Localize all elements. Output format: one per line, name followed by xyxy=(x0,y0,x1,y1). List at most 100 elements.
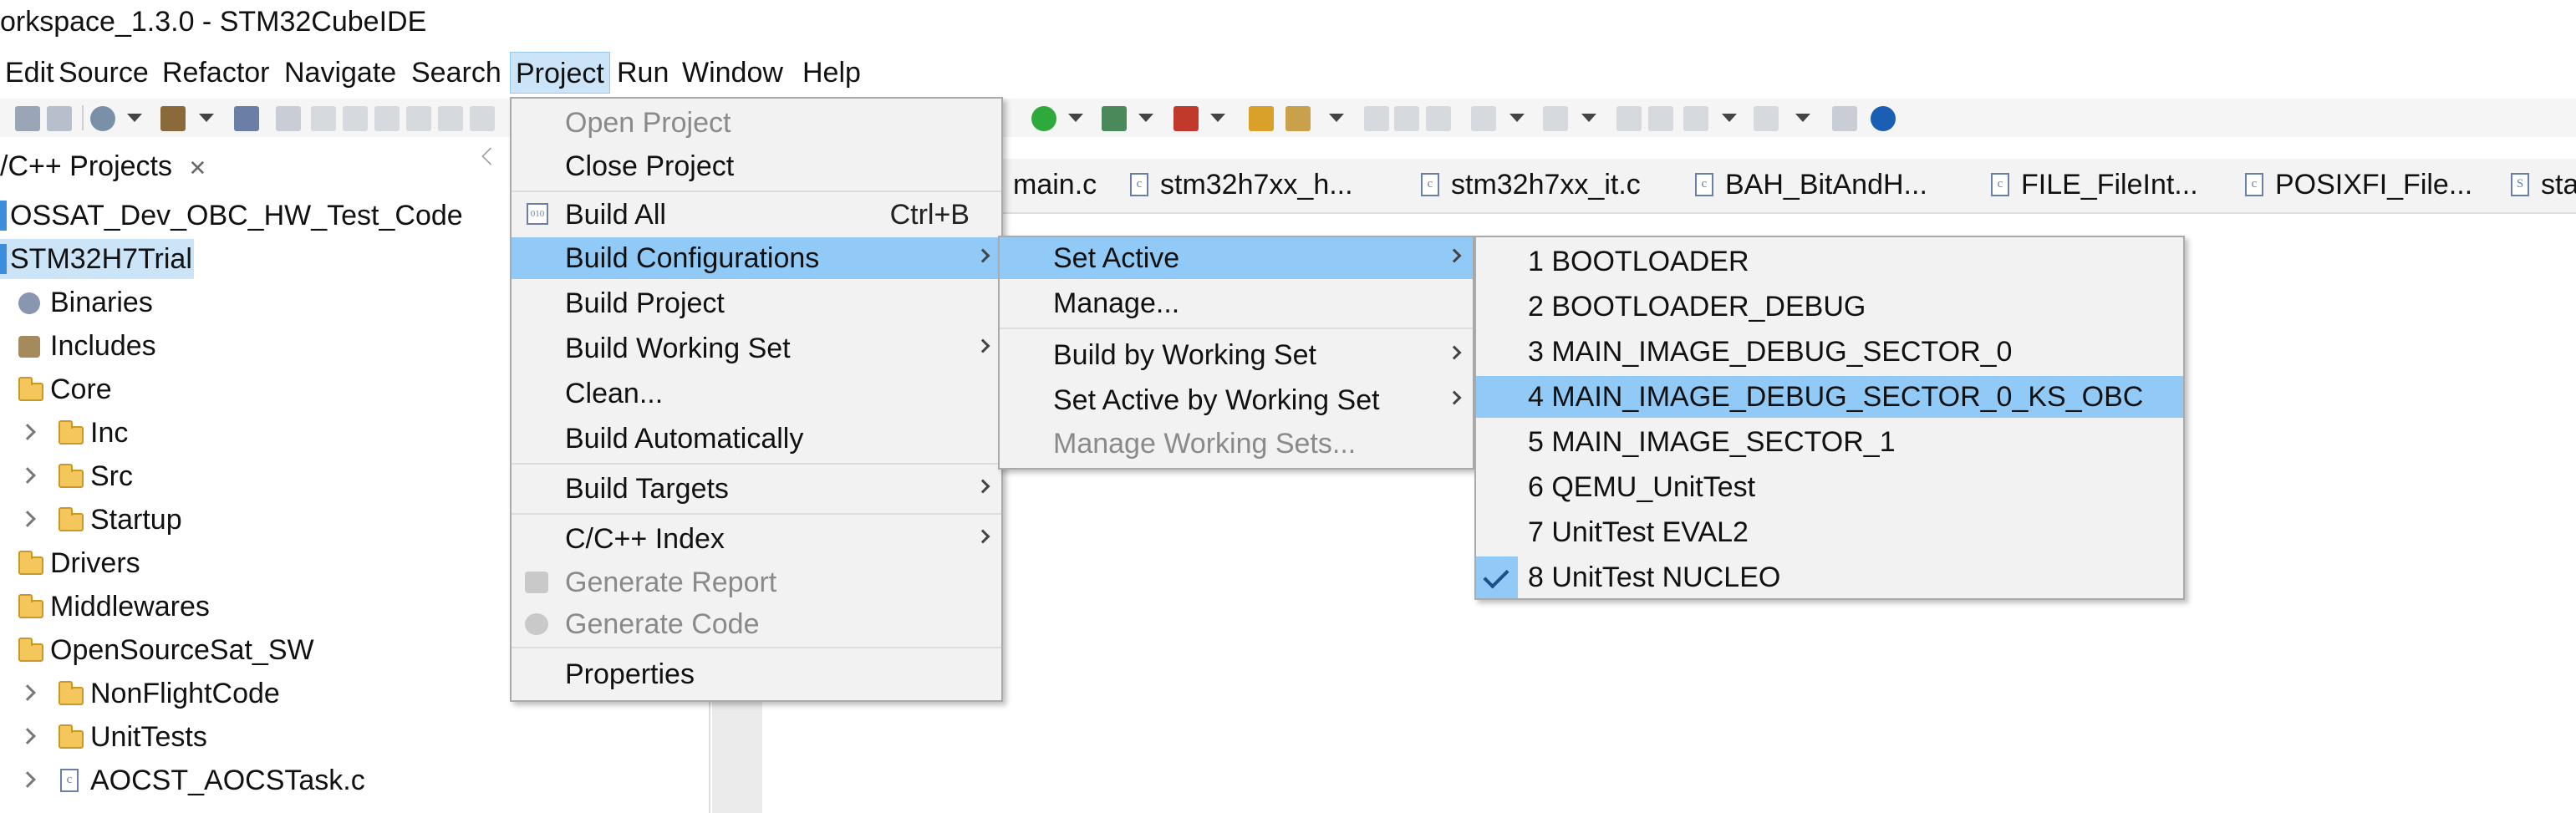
forward-arrow-icon[interactable] xyxy=(1754,106,1779,131)
config-item-4[interactable]: 4 MAIN_IMAGE_DEBUG_SECTOR_0_KS_OBC xyxy=(1476,376,2183,418)
menu-item-set-active[interactable]: Set Active xyxy=(1000,237,1473,279)
menu-help[interactable]: Help xyxy=(797,52,866,94)
tab-bah-bitandh[interactable]: c BAH_BitAndH... xyxy=(1695,159,1927,211)
menu-item-build-targets[interactable]: Build Targets xyxy=(512,468,1001,510)
chevron-down-icon[interactable] xyxy=(127,114,142,122)
tab-main-c[interactable]: main.c xyxy=(1013,159,1097,211)
wand-icon[interactable] xyxy=(1285,106,1311,131)
menu-item-build-project[interactable]: Build Project xyxy=(512,282,1001,324)
chevron-down-icon[interactable] xyxy=(1795,114,1810,122)
back-icon[interactable] xyxy=(1648,106,1673,131)
tree-item-includes[interactable]: Includes xyxy=(0,326,251,366)
last-edit-icon[interactable] xyxy=(1616,106,1642,131)
tree-item-middlewares[interactable]: Middlewares xyxy=(0,587,251,627)
tree-item-unittests[interactable]: UnitTests xyxy=(0,717,334,757)
menu-project[interactable]: Project xyxy=(510,52,610,94)
config-item-7[interactable]: 7 UnitTest EVAL2 xyxy=(1476,511,2183,553)
menu-source[interactable]: Source xyxy=(53,52,154,94)
config-item-6[interactable]: 6 QEMU_UnitTest xyxy=(1476,466,2183,508)
chevron-right-icon[interactable] xyxy=(19,684,36,701)
external-tools-icon[interactable] xyxy=(1173,106,1199,131)
close-icon[interactable]: ✕ xyxy=(188,155,206,180)
menu-item-build-all[interactable]: 010 Build All Ctrl+B xyxy=(512,194,1001,236)
save-icon[interactable] xyxy=(15,106,40,131)
config-item-2[interactable]: 2 BOOTLOADER_DEBUG xyxy=(1476,286,2183,328)
chevron-down-icon[interactable] xyxy=(1722,114,1737,122)
prev-annotation-icon[interactable] xyxy=(1543,106,1568,131)
settings-icon[interactable] xyxy=(90,106,115,131)
chevron-down-icon[interactable] xyxy=(1509,114,1525,122)
disconnect-icon[interactable] xyxy=(406,106,431,131)
suspend-icon[interactable] xyxy=(343,106,368,131)
menu-refactor[interactable]: Refactor xyxy=(157,52,275,94)
step-into-icon[interactable] xyxy=(438,106,463,131)
open-folder-icon[interactable] xyxy=(1249,106,1274,131)
menu-item-build-automatically[interactable]: Build Automatically xyxy=(512,418,1001,460)
resume-icon[interactable] xyxy=(311,106,336,131)
chevron-down-icon[interactable] xyxy=(1329,114,1344,122)
menu-navigate[interactable]: Navigate xyxy=(279,52,401,94)
tab-file-fileint[interactable]: c FILE_FileInt... xyxy=(1991,159,2198,211)
tree-item-stm32h7trial[interactable]: STM32H7Trial xyxy=(0,239,194,279)
chevron-down-icon[interactable] xyxy=(199,114,214,122)
menu-item-build-working-set[interactable]: Build Working Set xyxy=(512,328,1001,369)
chevron-right-icon[interactable] xyxy=(19,467,36,484)
menu-item-build-by-working-set[interactable]: Build by Working Set xyxy=(1000,334,1473,376)
menu-edit[interactable]: Edit xyxy=(0,52,59,94)
chevron-down-icon[interactable] xyxy=(1210,114,1225,122)
tab-posixfi-file[interactable]: c POSIXFI_File... xyxy=(2245,159,2472,211)
save-all-icon[interactable] xyxy=(47,106,72,131)
debug-icon[interactable] xyxy=(276,106,301,131)
back-arrow-icon[interactable] xyxy=(1683,106,1708,131)
annotation-icon[interactable] xyxy=(1364,106,1389,131)
menu-item-manage-working-sets[interactable]: Manage Working Sets... xyxy=(1000,423,1473,465)
menu-item-generate-code[interactable]: Generate Code xyxy=(512,603,1001,645)
tree-item-nonflightcode[interactable]: NonFlightCode xyxy=(0,673,334,714)
terminate-icon[interactable] xyxy=(374,106,400,131)
tree-item-startup[interactable]: Startup xyxy=(0,500,251,540)
menu-item-set-active-by-working-set[interactable]: Set Active by Working Set xyxy=(1000,379,1473,421)
binary-icon[interactable] xyxy=(234,106,259,131)
menu-item-open-project[interactable]: Open Project xyxy=(512,102,1001,144)
next-annotation-icon[interactable] xyxy=(1471,106,1496,131)
chevron-down-icon[interactable] xyxy=(1581,114,1596,122)
run-icon[interactable] xyxy=(1031,106,1056,131)
chevron-down-icon[interactable] xyxy=(1138,114,1153,122)
debug-run-icon[interactable] xyxy=(1102,106,1127,131)
menu-search[interactable]: Search xyxy=(406,52,507,94)
tree-item-opensourcesat[interactable]: OpenSourceSat_SW xyxy=(0,630,334,670)
tab-stm32h7xx-h[interactable]: c stm32h7xx_h... xyxy=(1130,159,1353,211)
chevron-right-icon[interactable] xyxy=(19,511,36,527)
tree-item-binaries[interactable]: Binaries xyxy=(0,282,251,323)
block-icon[interactable] xyxy=(1394,106,1419,131)
chevron-right-icon[interactable] xyxy=(19,771,36,788)
menu-item-close-project[interactable]: Close Project xyxy=(512,145,1001,187)
project-explorer-tab[interactable]: /C++ Projects ✕ xyxy=(0,140,206,192)
tab-stm32h7xx-it-c[interactable]: c stm32h7xx_it.c xyxy=(1421,159,1641,211)
tree-item-src[interactable]: Src xyxy=(0,456,251,496)
tree-item-core[interactable]: Core xyxy=(0,369,251,409)
chevron-down-icon[interactable] xyxy=(1068,114,1083,122)
menu-run[interactable]: Run xyxy=(612,52,674,94)
menu-item-cpp-index[interactable]: C/C++ Index xyxy=(512,518,1001,560)
config-item-5[interactable]: 5 MAIN_IMAGE_SECTOR_1 xyxy=(1476,421,2183,463)
config-item-1[interactable]: 1 BOOTLOADER xyxy=(1476,241,2183,282)
menu-item-manage[interactable]: Manage... xyxy=(1000,282,1473,324)
build-hammer-icon[interactable] xyxy=(160,106,186,131)
step-over-icon[interactable] xyxy=(470,106,495,131)
config-item-8[interactable]: 8 UnitTest NUCLEO xyxy=(1476,556,2183,598)
open-perspective-icon[interactable] xyxy=(1832,106,1857,131)
menu-window[interactable]: Window xyxy=(677,52,788,94)
chevron-right-icon[interactable] xyxy=(19,728,36,744)
tree-item-inc[interactable]: Inc xyxy=(0,413,251,453)
tree-item-drivers[interactable]: Drivers xyxy=(0,543,251,583)
tree-item-aocst[interactable]: c AOCST_AOCSTask.c xyxy=(0,760,418,800)
tab-startup[interactable]: Ssta xyxy=(2511,159,2576,211)
menu-item-build-configurations[interactable]: Build Configurations xyxy=(512,237,1001,279)
config-item-3[interactable]: 3 MAIN_IMAGE_DEBUG_SECTOR_0 xyxy=(1476,331,2183,373)
info-icon[interactable] xyxy=(1871,106,1896,131)
menu-item-generate-report[interactable]: Generate Report xyxy=(512,561,1001,603)
menu-item-clean[interactable]: Clean... xyxy=(512,373,1001,414)
pilcrow-icon[interactable] xyxy=(1426,106,1451,131)
chevron-right-icon[interactable] xyxy=(19,424,36,440)
